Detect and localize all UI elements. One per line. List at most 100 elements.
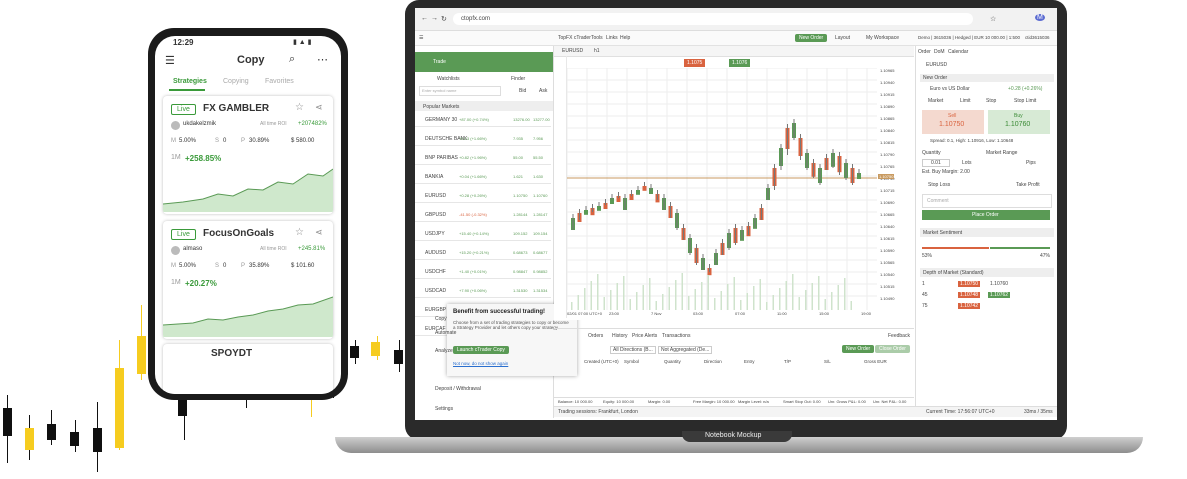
menu-item[interactable]: Links (606, 35, 618, 41)
volume-bar (694, 289, 696, 310)
new-order-button[interactable]: New Order (842, 345, 875, 353)
watchlist-row[interactable]: USDJPY +15.40 (+0.14%) 109.152 109.154 (415, 226, 551, 241)
price-chart[interactable] (567, 68, 877, 310)
close-order-button[interactable]: Close Order (875, 345, 910, 353)
tab-calendar[interactable]: Calendar (948, 49, 968, 55)
comment-input[interactable]: Comment (922, 194, 1052, 208)
candle (642, 186, 647, 191)
strategy-card[interactable]: Live FX GAMBLER ☆ ⋖ ukdakelzmik All time… (163, 96, 333, 214)
watchlist-row[interactable]: BNP PARIBAS +0.82 (+1.96%) 55.00 55.50 (415, 150, 551, 165)
share-icon[interactable]: ⋖ (315, 102, 323, 113)
stop-loss-checkbox[interactable]: Stop Loss (928, 182, 950, 188)
side-item-settings[interactable]: Settings (435, 406, 453, 412)
watchlist-row[interactable]: USDCAD +7.90 (+0.06%) 1.31530 1.31534 (415, 283, 551, 298)
quantity-input[interactable]: 0.01 (922, 159, 950, 167)
symbol-change: +0.13 (+1.66%) (459, 136, 487, 141)
drawing-toolbar[interactable] (554, 56, 567, 318)
more-icon[interactable]: ⋯ (317, 53, 328, 66)
forward-icon[interactable]: → (431, 15, 438, 22)
account-selector[interactable]: Demo | 3615036 | Hedged | EUR 10 000.00 … (918, 35, 1020, 40)
order-symbol[interactable]: EURUSD (926, 62, 947, 68)
profile-icon[interactable]: M (1035, 14, 1045, 21)
quantity-label: Quantity (922, 150, 941, 156)
favorite-icon[interactable]: ☆ (295, 102, 304, 113)
tab-order[interactable]: Order (918, 49, 931, 55)
m-label: M (171, 138, 176, 144)
volume-bar (584, 288, 586, 310)
watchlist-row[interactable]: USDCHF +1.40 (+0.01%) 0.98847 0.98852 (415, 264, 551, 279)
sell-button[interactable]: Sell 1.10750 (922, 110, 984, 134)
watchlist-row[interactable]: GBPUSD -41.50 (-0.32%) 1.28144 1.28147 (415, 207, 551, 222)
hamburger-menu-icon[interactable]: ☰ (165, 54, 175, 67)
new-order-button[interactable]: New Order (795, 34, 828, 42)
tab-copying[interactable]: Copying (223, 78, 249, 85)
address-bar[interactable]: ctopfx.com (453, 13, 973, 25)
tab-history[interactable]: History (612, 333, 628, 339)
market-range-label[interactable]: Market Range (986, 150, 1017, 156)
time-tick: 07:00 (735, 311, 746, 316)
volume-bar (766, 302, 768, 310)
tab-price-alerts[interactable]: Price Alerts (632, 333, 657, 339)
volume-bar (805, 290, 807, 310)
order-type-limit[interactable]: Limit (960, 98, 971, 104)
tab-dom[interactable]: DoM (934, 49, 945, 55)
volume-bar (850, 301, 852, 310)
tab-strategies[interactable]: Strategies (173, 78, 207, 85)
tab-transactions[interactable]: Transactions (662, 333, 690, 339)
order-type-market[interactable]: Market (928, 98, 943, 104)
tab-orders[interactable]: Orders (588, 333, 603, 339)
menu-icon[interactable]: ☰ (419, 35, 423, 41)
layout-dropdown[interactable]: Layout (835, 35, 850, 41)
side-item-analyze[interactable]: Analyze (435, 348, 453, 354)
side-item-deposit[interactable]: Deposit / Withdrawal (435, 386, 481, 392)
menu-item[interactable]: Help (620, 35, 630, 41)
watchlist-row[interactable]: DEUTSCHE BANK +0.13 (+1.66%) 7.935 7.956 (415, 131, 551, 146)
tab-favorites[interactable]: Favorites (265, 78, 294, 85)
reload-icon[interactable]: ↻ (441, 15, 447, 23)
dismiss-link[interactable]: Not now, do not show again (453, 361, 508, 366)
take-profit-checkbox[interactable]: Take Profit (1016, 182, 1040, 188)
side-item-automate[interactable]: Automate (435, 330, 456, 336)
buy-price-tag[interactable]: 1.1076 (729, 59, 751, 67)
share-icon[interactable]: ⋖ (315, 227, 323, 238)
watchlist-row[interactable]: GERMANY 30 +87.00 (+0.74%) 13276.00 13277.0… (415, 112, 551, 127)
spread-info: Spread: 0.1, High: 1.10916, Low: 1.10648 (930, 138, 1014, 143)
symbol-search-input[interactable]: Enter symbol name (419, 86, 501, 96)
watchlist-row[interactable]: BANKIA +0.04 (+1.66%) 1.621 1.630 (415, 169, 551, 184)
symbol-change: +0.28 (+0.26%) (459, 193, 487, 198)
side-item-copy[interactable]: Copy (435, 316, 447, 322)
section-header[interactable]: Popular Markets (415, 101, 553, 111)
launch-copy-button[interactable]: Launch cTrader Copy (453, 346, 509, 354)
aggregation-filter[interactable]: Not Aggregated (De... (658, 346, 713, 354)
sell-price-tag[interactable]: 1.1075 (684, 59, 706, 67)
volume-bar (616, 283, 618, 310)
watchlist-row[interactable]: AUDUSD +15.20 (+0.21%) 0.68673 0.68677 (415, 245, 551, 260)
order-type-stop-limit[interactable]: Stop Limit (1014, 98, 1036, 104)
chart-symbol-tab[interactable]: EURUSD (562, 48, 583, 54)
volume-bar (772, 295, 774, 310)
star-icon[interactable]: ☆ (990, 15, 996, 23)
menu-item[interactable]: Tools (591, 35, 603, 41)
direction-filter[interactable]: All Directions (B... (610, 346, 656, 354)
feedback-link[interactable]: Feedback (888, 333, 910, 339)
search-icon[interactable]: ⌕ (289, 53, 295, 66)
strategy-card[interactable]: SPOYDT (163, 344, 333, 394)
menu-item[interactable]: TopFX cTrader (558, 35, 591, 41)
order-type-tabs: Market Limit Stop Stop Limit (922, 96, 1052, 105)
strategy-card[interactable]: Live FocusOnGoals ☆ ⋖ almaso All time RO… (163, 221, 333, 339)
back-icon[interactable]: ← (421, 15, 428, 22)
place-order-button[interactable]: Place Order (922, 210, 1050, 220)
ask-price: 0.98852 (533, 269, 548, 274)
favorite-icon[interactable]: ☆ (295, 227, 304, 238)
buy-button[interactable]: Buy 1.10760 (988, 110, 1050, 134)
tab-watchlists[interactable]: Watchlists (437, 76, 460, 82)
volume-bar (740, 300, 742, 310)
candle (636, 190, 640, 195)
tab-finder[interactable]: Finder (511, 76, 525, 82)
chart-timeframe[interactable]: h1 (594, 48, 600, 54)
watchlist-row[interactable]: EURUSD +0.28 (+0.26%) 1.10750 1.10760 (415, 188, 551, 203)
s-value: 0 (223, 263, 227, 269)
order-type-stop[interactable]: Stop (986, 98, 996, 104)
workspace-dropdown[interactable]: My Workspace (866, 35, 899, 41)
volume-bar (642, 285, 644, 310)
